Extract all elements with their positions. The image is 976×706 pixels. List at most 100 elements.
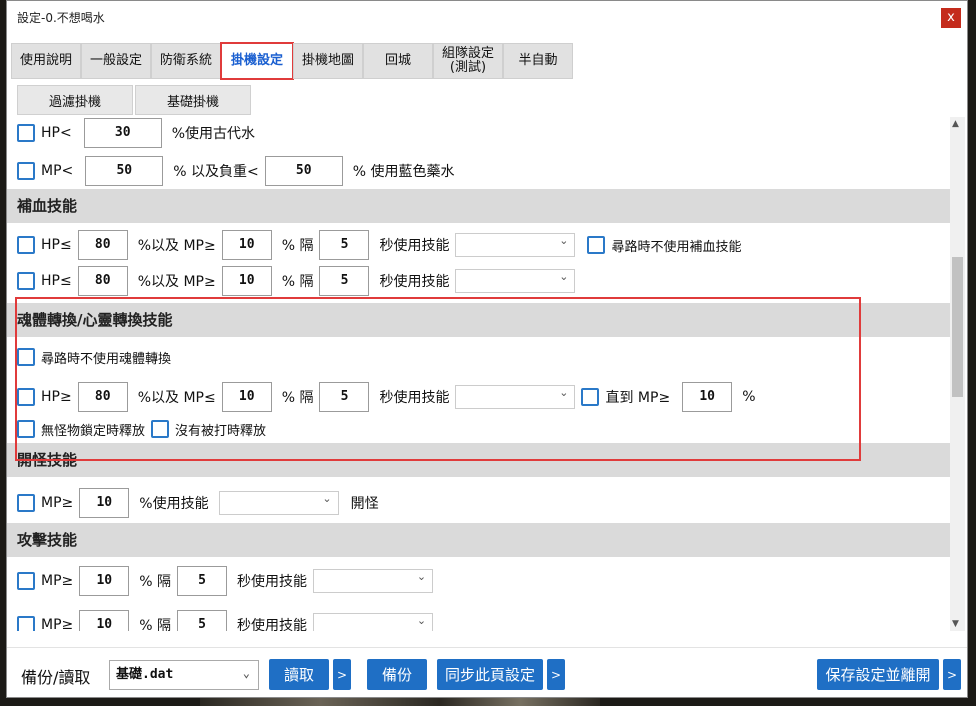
- mp-potion-input[interactable]: 50: [85, 156, 164, 186]
- attack-2-interval-label: % 隔: [139, 618, 172, 631]
- soul-release-row: 無怪物鎖定時釋放 沒有被打時釋放: [17, 413, 272, 445]
- release-not-hit-checkbox[interactable]: [151, 420, 170, 438]
- hp-potion-input[interactable]: 30: [83, 118, 162, 148]
- attack-row-1: MP≥ 10 % 隔 5 秒使用技能: [17, 565, 434, 597]
- heal-1-hp-input[interactable]: 80: [77, 230, 128, 260]
- backup-file-select[interactable]: 基礎.dat: [109, 659, 259, 690]
- attack-2-checkbox[interactable]: [17, 616, 35, 631]
- heal-2-sec-input[interactable]: 5: [319, 266, 370, 296]
- soul-until-mp-input[interactable]: 10: [682, 382, 733, 412]
- save-more-button[interactable]: >: [943, 659, 961, 690]
- footer-bar: 備份/讀取 基礎.dat 讀取 > 備份 同步此頁設定 > 保存設定並離開 >: [7, 647, 967, 697]
- soul-hp-input[interactable]: 80: [77, 382, 128, 412]
- attack-2-suffix: 秒使用技能: [237, 618, 308, 631]
- soul-mp-input[interactable]: 10: [221, 382, 272, 412]
- heal-1-mid-label: %以及 MP≥: [137, 238, 216, 254]
- attack-1-suffix: 秒使用技能: [237, 574, 308, 590]
- mp-potion-checkbox[interactable]: [17, 162, 35, 180]
- sync-more-button[interactable]: >: [547, 659, 565, 690]
- soul-no-path-row: 尋路時不使用魂體轉換: [17, 341, 177, 373]
- close-button[interactable]: x: [941, 8, 961, 28]
- heal-2-skill-select[interactable]: [455, 269, 576, 293]
- open-mp-input[interactable]: 10: [79, 488, 130, 518]
- open-mp-label: MP≥: [41, 495, 74, 511]
- heal-2-mid-label: %以及 MP≥: [137, 274, 216, 290]
- soul-no-path-label: 尋路時不使用魂體轉換: [41, 351, 172, 367]
- soul-interval-label: % 隔: [281, 390, 314, 406]
- attack-1-interval-label: % 隔: [139, 574, 172, 590]
- attack-row-2: MP≥ 10 % 隔 5 秒使用技能: [17, 609, 434, 631]
- soul-checkbox[interactable]: [17, 388, 35, 406]
- open-skill-select[interactable]: [218, 491, 339, 515]
- heal-row-2: HP≤ 80 %以及 MP≥ 10 % 隔 5 秒使用技能: [17, 265, 576, 297]
- main-tabs: 使用說明 一般設定 防衛系統 掛機設定 掛機地圖 回城 組隊設定 (測試) 半自…: [11, 42, 573, 80]
- heal-1-hp-label: HP≤: [41, 237, 72, 253]
- open-checkbox[interactable]: [17, 494, 35, 512]
- tab-semi-auto[interactable]: 半自動: [503, 43, 573, 79]
- soul-suffix: 秒使用技能: [379, 390, 450, 406]
- soul-skill-select[interactable]: [455, 385, 576, 409]
- scroll-thumb[interactable]: [952, 257, 963, 397]
- attack-2-sec-input[interactable]: 5: [177, 610, 228, 631]
- heal-1-mp-input[interactable]: 10: [221, 230, 272, 260]
- window-title: 設定-0.不想喝水: [17, 11, 105, 25]
- release-no-monster-checkbox[interactable]: [17, 420, 35, 438]
- attack-1-sec-input[interactable]: 5: [177, 566, 228, 596]
- heal-2-interval-label: % 隔: [281, 274, 314, 290]
- heal-2-mp-input[interactable]: 10: [221, 266, 272, 296]
- attack-2-skill-select[interactable]: [313, 613, 434, 631]
- attack-1-checkbox[interactable]: [17, 572, 35, 590]
- tab-defense[interactable]: 防衛系統: [151, 43, 221, 79]
- heal-1-interval-label: % 隔: [281, 238, 314, 254]
- hp-potion-checkbox[interactable]: [17, 124, 35, 142]
- open-section-header: 開怪技能: [7, 443, 950, 477]
- read-button[interactable]: 讀取: [269, 659, 329, 690]
- soul-until-label: 直到 MP≥: [605, 390, 671, 406]
- settings-window: 設定-0.不想喝水 x 使用說明 一般設定 防衛系統 掛機設定 掛機地圖 回城 …: [6, 0, 968, 698]
- open-row: MP≥ 10 %使用技能 開怪: [17, 487, 385, 519]
- subtab-basic-afk[interactable]: 基礎掛機: [135, 85, 251, 115]
- heal-1-sec-input[interactable]: 5: [319, 230, 370, 260]
- release-no-monster-label: 無怪物鎖定時釋放: [41, 423, 146, 439]
- tab-afk-settings[interactable]: 掛機設定: [220, 42, 294, 80]
- tab-general[interactable]: 一般設定: [81, 43, 151, 79]
- attack-1-mp-label: MP≥: [41, 573, 74, 589]
- heal-no-path-label: 尋路時不使用補血技能: [611, 239, 742, 255]
- save-and-exit-button[interactable]: 保存設定並離開: [817, 659, 939, 690]
- mp-label: MP<: [41, 163, 74, 179]
- tab-party[interactable]: 組隊設定 (測試): [433, 43, 503, 79]
- settings-content: HP< 30 %使用古代水 MP< 50 % 以及負重< 50 % 使用藍色藥水…: [7, 117, 952, 631]
- heal-2-hp-input[interactable]: 80: [77, 266, 128, 296]
- backup-read-label: 備份/讀取: [21, 668, 91, 687]
- open-mid-label: %使用技能: [139, 496, 209, 512]
- vertical-scrollbar[interactable]: ▲ ▼: [950, 117, 965, 631]
- heal-no-path-checkbox[interactable]: [587, 236, 606, 254]
- tab-return-town[interactable]: 回城: [363, 43, 433, 79]
- heal-2-suffix: 秒使用技能: [379, 274, 450, 290]
- attack-2-mp-input[interactable]: 10: [79, 610, 130, 631]
- attack-1-mp-input[interactable]: 10: [79, 566, 130, 596]
- subtab-filter-afk[interactable]: 過濾掛機: [17, 85, 133, 115]
- scroll-down-icon[interactable]: ▼: [952, 619, 959, 629]
- soul-until-checkbox[interactable]: [581, 388, 600, 406]
- hp-label: HP<: [41, 125, 72, 141]
- mp-potion-suffix: % 使用藍色藥水: [352, 164, 455, 180]
- backup-button[interactable]: 備份: [367, 659, 427, 690]
- sync-page-button[interactable]: 同步此頁設定: [437, 659, 543, 690]
- scroll-up-icon[interactable]: ▲: [952, 119, 959, 129]
- soul-mid-label: %以及 MP≤: [137, 390, 216, 406]
- soul-until-suffix: %: [742, 389, 756, 405]
- heal-1-skill-select[interactable]: [455, 233, 576, 257]
- read-more-button[interactable]: >: [333, 659, 351, 690]
- soul-sec-input[interactable]: 5: [319, 382, 370, 412]
- attack-1-skill-select[interactable]: [313, 569, 434, 593]
- heal-1-checkbox[interactable]: [17, 236, 35, 254]
- heal-1-suffix: 秒使用技能: [379, 238, 450, 254]
- attack-2-mp-label: MP≥: [41, 617, 74, 631]
- tab-instructions[interactable]: 使用說明: [11, 43, 81, 79]
- soul-no-path-checkbox[interactable]: [17, 348, 35, 366]
- weight-input[interactable]: 50: [264, 156, 343, 186]
- release-not-hit-label: 沒有被打時釋放: [175, 423, 267, 439]
- tab-afk-map[interactable]: 掛機地圖: [293, 43, 363, 79]
- heal-2-checkbox[interactable]: [17, 272, 35, 290]
